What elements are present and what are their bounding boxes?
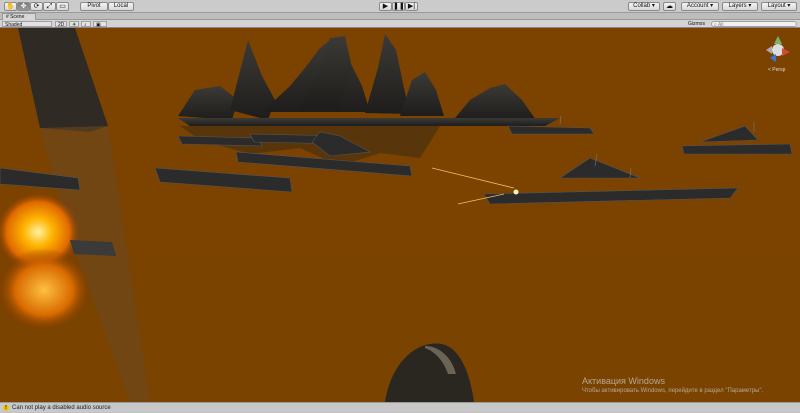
account-dropdown[interactable]: Account ▾ (681, 2, 719, 11)
scale-tool-button[interactable]: ⤢ (43, 2, 56, 11)
effects-toggle[interactable]: ▣ (93, 21, 107, 28)
play-icon: ▶ (382, 3, 389, 10)
step-icon: ▶| (407, 3, 416, 10)
layout-dropdown[interactable]: Layout ▾ (761, 2, 797, 11)
cloud-icon: ☁ (666, 3, 673, 10)
tab-bar: # Scene (0, 13, 800, 20)
layers-dropdown[interactable]: Layers ▾ (722, 2, 758, 11)
scene-view-toolbar: Shaded 2D ☀ ♪ ▣ Gizmos ▾ ⌕ All (0, 20, 800, 33)
muzzle-flash (513, 189, 519, 195)
rect-icon: ▭ (59, 3, 66, 10)
watermark-title: Активация Windows (582, 376, 665, 386)
hand-tool-button[interactable]: ✋ (4, 2, 17, 11)
move-tool-button[interactable]: ✥ (17, 2, 30, 11)
warning-icon: ! (3, 405, 9, 411)
status-bar[interactable]: ! Can not play a disabled audio source (0, 402, 800, 412)
shading-mode-dropdown[interactable]: Shaded (2, 21, 52, 28)
main-toolbar: ✋ ✥ ⟳ ⤢ ▭ Pivot Local ▶ ❚❚ ▶| Collab ▾ ☁… (0, 0, 800, 13)
pivot-toggle[interactable]: Pivot (80, 2, 108, 11)
collab-dropdown[interactable]: Collab ▾ (628, 2, 660, 11)
search-input[interactable]: ⌕ All (711, 21, 797, 28)
pause-button[interactable]: ❚❚ (392, 2, 405, 11)
scene-viewport[interactable]: < Persp Активация Windows Чтобы активиро… (0, 28, 800, 402)
step-button[interactable]: ▶| (405, 2, 418, 11)
2d-toggle[interactable]: 2D (55, 21, 67, 28)
local-toggle[interactable]: Local (108, 2, 134, 11)
rect-tool-button[interactable]: ▭ (56, 2, 69, 11)
play-button[interactable]: ▶ (379, 2, 392, 11)
watermark-subtitle: Чтобы активировать Windows, перейдите в … (582, 388, 764, 394)
pause-icon: ❚❚ (393, 3, 405, 10)
status-message: Can not play a disabled audio source (12, 405, 111, 411)
move-icon: ✥ (20, 3, 27, 10)
gizmos-dropdown[interactable]: Gizmos ▾ (686, 21, 710, 33)
rotate-icon: ⟳ (33, 3, 40, 10)
hand-icon: ✋ (6, 3, 15, 10)
scene-render (0, 28, 800, 402)
windows-activation-watermark: Активация Windows Чтобы активировать Win… (582, 376, 763, 394)
persp-label[interactable]: < Persp (768, 67, 785, 73)
rotate-tool-button[interactable]: ⟳ (30, 2, 43, 11)
audio-toggle[interactable]: ♪ (81, 21, 91, 28)
tab-scene[interactable]: # Scene (2, 13, 36, 20)
lighting-toggle[interactable]: ☀ (69, 21, 79, 28)
cloud-button[interactable]: ☁ (663, 2, 676, 11)
scale-icon: ⤢ (46, 3, 53, 10)
